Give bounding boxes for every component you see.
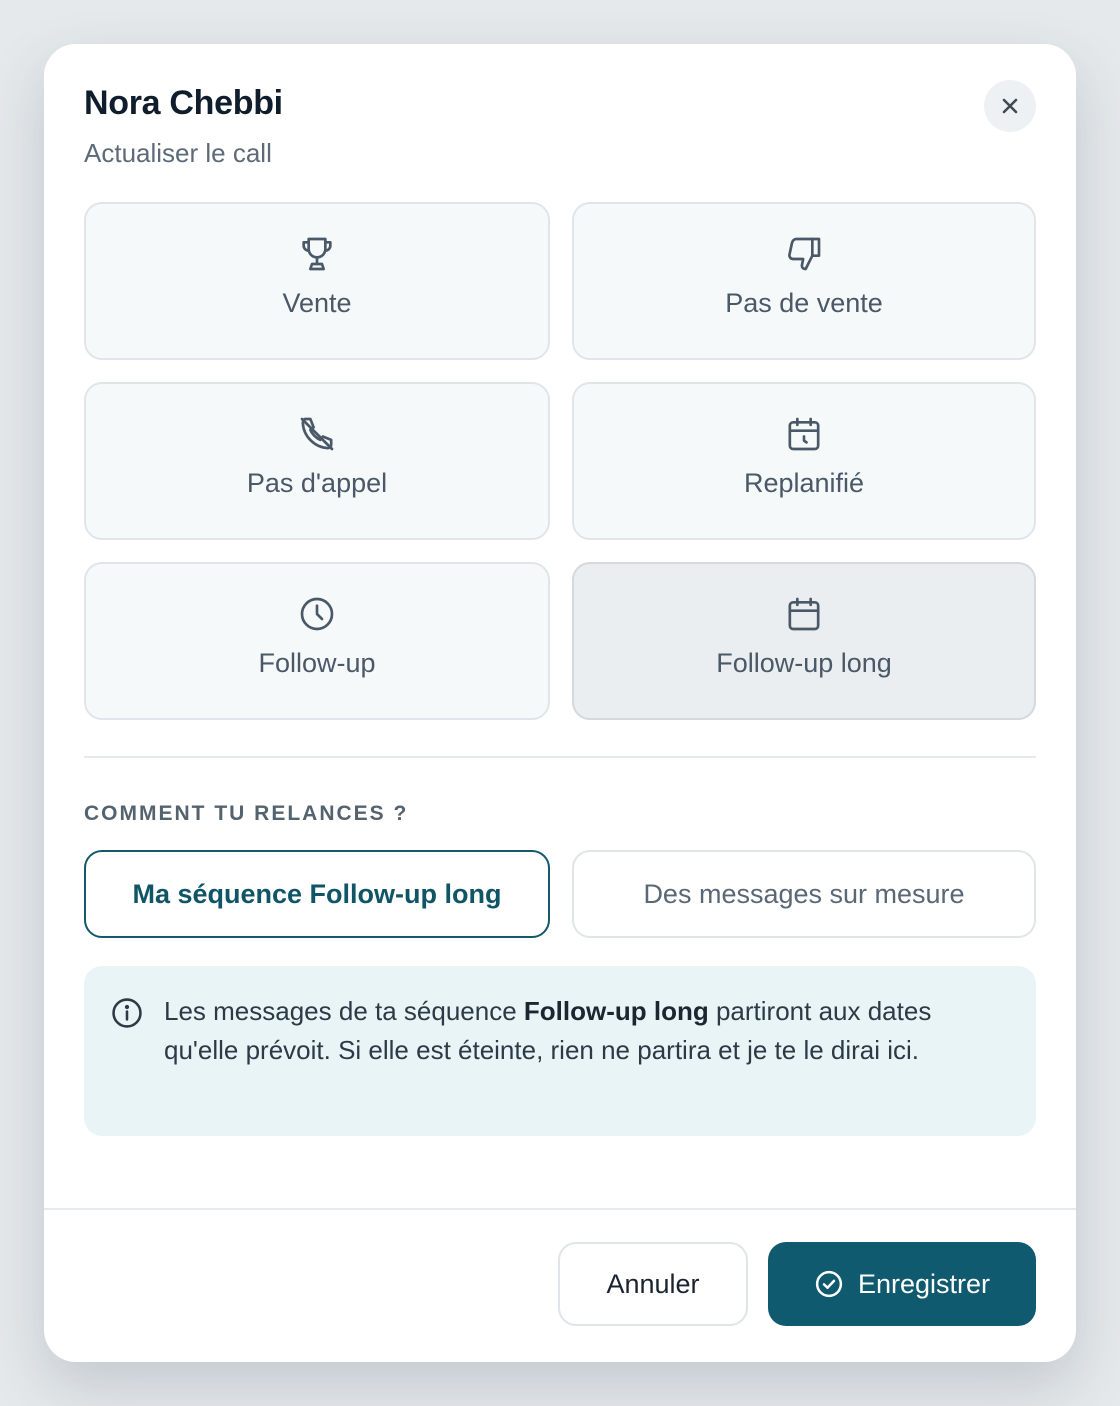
calendar-icon bbox=[788, 597, 820, 631]
followup-custom-messages-option[interactable]: Des messages sur mesure bbox=[572, 850, 1036, 938]
followup-method-options: Ma séquence Follow-up long Des messages … bbox=[84, 850, 1036, 938]
info-text-sequence-name: Follow-up long bbox=[523, 996, 709, 1026]
info-text-before: Les messages de ta séquence bbox=[164, 996, 524, 1026]
outcome-option-vente[interactable]: Vente bbox=[84, 202, 550, 360]
info-box: Les messages de ta séquence Follow-up lo… bbox=[84, 966, 1036, 1136]
calendar-clock-icon bbox=[788, 417, 820, 451]
check-circle-icon bbox=[815, 1270, 843, 1298]
outcome-option-replanifie[interactable]: Replanifié bbox=[572, 382, 1036, 540]
outcome-option-pas-d-appel[interactable]: Pas d'appel bbox=[84, 382, 550, 540]
outcome-label: Replanifié bbox=[743, 468, 865, 498]
followup-sequence-option[interactable]: Ma séquence Follow-up long bbox=[84, 850, 550, 938]
save-button-label: Enregistrer bbox=[857, 1268, 991, 1299]
outcome-option-follow-up[interactable]: Follow-up bbox=[84, 562, 550, 720]
trophy-icon bbox=[302, 237, 332, 271]
outcome-label: Vente bbox=[282, 288, 352, 318]
section-divider bbox=[84, 756, 1036, 758]
footer-divider bbox=[44, 1208, 1076, 1210]
info-text: Les messages de ta séquence Follow-up lo… bbox=[164, 992, 980, 1070]
modal-title: Nora Chebbi bbox=[84, 84, 283, 122]
outcome-options: Vente Pas de vente Pas d'appel Replanifi… bbox=[84, 202, 1036, 720]
outcome-label: Follow-up bbox=[258, 648, 376, 678]
cancel-button[interactable]: Annuler bbox=[558, 1242, 748, 1326]
modal-subtitle: Actualiser le call bbox=[84, 138, 272, 168]
followup-section-label: COMMENT TU RELANCES ? bbox=[84, 802, 409, 825]
outcome-label: Pas d'appel bbox=[246, 468, 388, 498]
close-icon bbox=[1002, 98, 1018, 114]
thumbs-down-icon bbox=[788, 237, 821, 271]
outcome-option-pas-de-vente[interactable]: Pas de vente bbox=[572, 202, 1036, 360]
phone-off-icon bbox=[300, 417, 334, 451]
save-button[interactable]: Enregistrer bbox=[768, 1242, 1036, 1326]
close-button[interactable] bbox=[984, 80, 1036, 132]
outcome-option-follow-up-long[interactable]: Follow-up long bbox=[572, 562, 1036, 720]
outcome-label: Follow-up long bbox=[716, 648, 892, 678]
info-icon bbox=[112, 998, 142, 1028]
update-call-modal: Nora Chebbi Actualiser le call Vente Pas… bbox=[44, 44, 1076, 1362]
clock-icon bbox=[300, 597, 334, 631]
outcome-label: Pas de vente bbox=[725, 288, 883, 318]
